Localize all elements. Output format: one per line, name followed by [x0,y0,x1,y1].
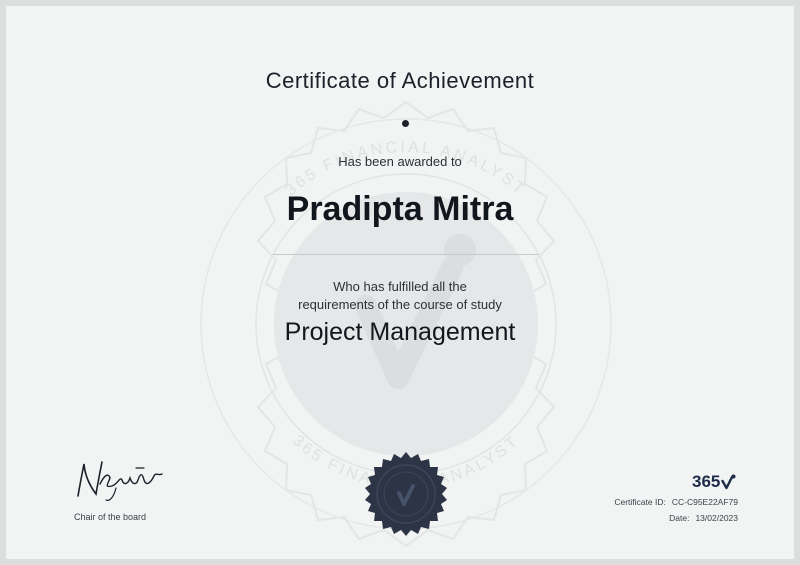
certificate-date-value: 13/02/2023 [695,513,738,523]
fulfilled-text: Who has fulfilled all the requirements o… [6,278,794,314]
recipient-name: Pradipta Mitra [286,190,514,228]
certificate-date-label: Date: [669,513,690,523]
fulfilled-line-1: Who has fulfilled all the [333,279,467,294]
signature-image [77,461,163,501]
name-divider [273,254,539,255]
brand-logo: 365 [692,472,736,492]
logo-text: 365 [692,472,721,491]
certificate-id-label: Certificate ID: [614,497,666,507]
certificate: 365 FINANCIAL ANALYST 365 FINANCIAL ANAL… [0,0,800,565]
awarded-text: Has been awarded to [338,154,462,169]
seal-icon [365,452,447,536]
signature-caption: Chair of the board [74,512,147,522]
certificate-id-value: CC-C95E22AF79 [671,497,738,507]
checkmark-icon [721,474,736,490]
certificate-title: Certificate of Achievement [265,68,535,93]
course-name: Project Management [284,318,516,346]
certificate-id: Certificate ID: CC-C95E22AF79 [608,497,738,507]
certificate-date: Date: 13/02/2023 [663,513,738,523]
title-dot [402,120,409,127]
fulfilled-line-2: requirements of the course of study [298,297,502,312]
